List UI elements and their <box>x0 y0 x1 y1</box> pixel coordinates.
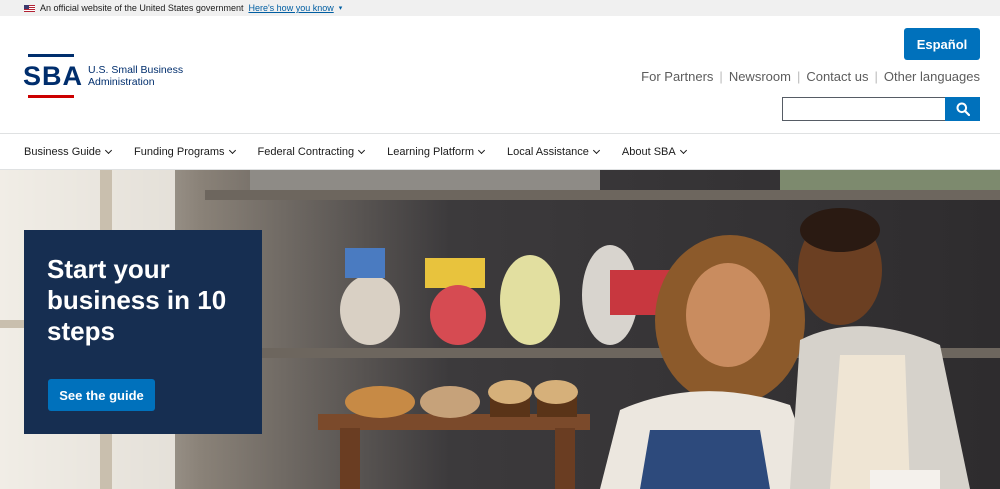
espanol-button[interactable]: Español <box>904 28 980 60</box>
nav-label: About SBA <box>621 145 676 158</box>
utility-links: For Partners | Newsroom | Contact us | O… <box>641 69 980 84</box>
chevron-down-icon <box>105 146 113 154</box>
link-for-partners[interactable]: For Partners <box>641 69 713 84</box>
separator: | <box>874 69 878 84</box>
nav-business-guide[interactable]: Business Guide <box>24 145 113 158</box>
hero-callout: Start your business in 10 steps See the … <box>24 230 262 434</box>
nav-funding-programs[interactable]: Funding Programs <box>134 145 236 158</box>
see-the-guide-button[interactable]: See the guide <box>48 379 155 411</box>
sba-logo[interactable]: SBA U.S. Small Business Administration <box>23 54 183 98</box>
link-contact-us[interactable]: Contact us <box>806 69 868 84</box>
sba-logo-mark: SBA <box>23 54 82 98</box>
separator: | <box>719 69 723 84</box>
us-flag-icon <box>24 4 35 12</box>
chevron-down-icon <box>228 146 236 154</box>
chevron-down-icon <box>679 146 687 154</box>
search-input[interactable] <box>782 97 945 121</box>
logo-line-2: Administration <box>88 76 155 88</box>
chevron-down-icon[interactable]: ▾ <box>339 4 343 12</box>
link-newsroom[interactable]: Newsroom <box>729 69 791 84</box>
nav-label: Business Guide <box>24 145 102 158</box>
main-nav: Business Guide Funding Programs Federal … <box>0 134 1000 170</box>
separator: | <box>796 69 801 84</box>
logo-line-1: U.S. Small Business <box>88 64 184 76</box>
nav-label: Local Assistance <box>506 145 589 158</box>
nav-federal-contracting[interactable]: Federal Contracting <box>257 145 366 158</box>
search-icon <box>956 102 970 116</box>
link-other-languages[interactable]: Other languages <box>884 69 980 84</box>
nav-label: Federal Contracting <box>257 145 355 158</box>
chevron-down-icon <box>592 146 600 154</box>
nav-label: Learning Platform <box>387 145 474 158</box>
sba-logo-text: U.S. Small Business Administration <box>88 64 183 88</box>
hero-title: Start your business in 10 steps <box>47 254 227 346</box>
chevron-down-icon <box>477 146 486 154</box>
site-header: SBA U.S. Small Business Administration E… <box>0 16 1000 134</box>
sba-logo-letters: SBA <box>23 61 84 91</box>
search-form <box>782 97 980 121</box>
chevron-down-icon <box>358 146 366 154</box>
gov-banner-text: An official website of the United States… <box>40 3 244 13</box>
heres-how-you-know-link[interactable]: Here's how you know <box>248 3 333 13</box>
nav-about-sba[interactable]: About SBA <box>621 145 687 158</box>
search-button[interactable] <box>945 97 980 121</box>
nav-local-assistance[interactable]: Local Assistance <box>506 145 600 158</box>
hero-banner: Start your business in 10 steps See the … <box>0 170 1000 489</box>
nav-learning-platform[interactable]: Learning Platform <box>387 145 486 158</box>
nav-label: Funding Programs <box>134 145 225 158</box>
gov-banner: An official website of the United States… <box>0 0 1000 16</box>
